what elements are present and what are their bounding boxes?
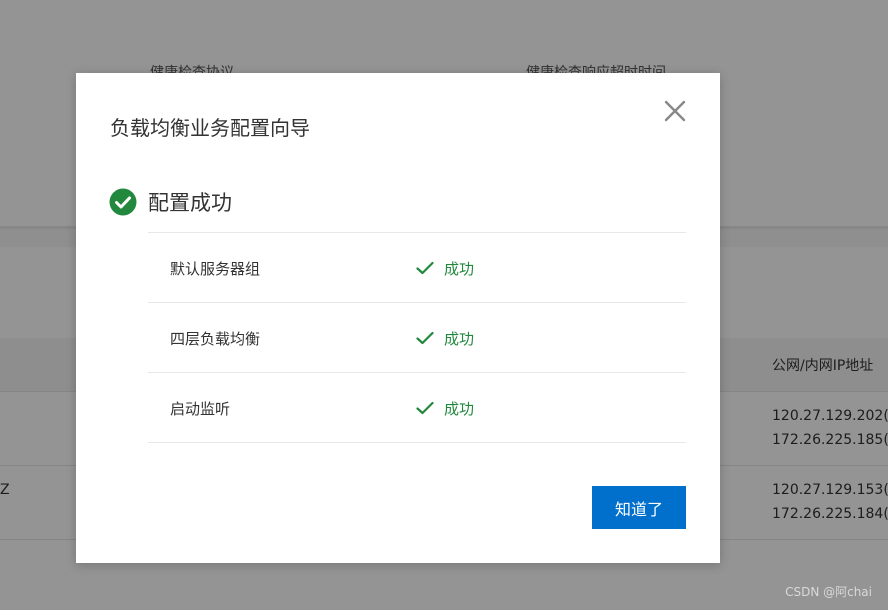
close-button[interactable] [661,97,689,125]
dialog-title: 负载均衡业务配置向导 [110,116,310,140]
step-row-default-server-group: 默认服务器组 成功 [148,233,686,303]
step-name: 四层负载均衡 [170,330,261,348]
got-it-button[interactable]: 知道了 [592,486,686,529]
config-wizard-dialog: 负载均衡业务配置向导 配置成功 默认服务器组 成功 四层负载均衡 成功 启动监听 [76,73,720,563]
check-icon [416,261,434,275]
success-heading: 配置成功 [148,191,232,215]
step-status: 成功 [444,330,475,348]
step-row-start-listener: 启动监听 成功 [148,373,686,443]
check-icon [416,401,434,415]
step-row-layer4-load-balancer: 四层负载均衡 成功 [148,303,686,373]
step-status: 成功 [444,400,475,418]
close-icon [664,100,686,122]
step-status: 成功 [444,260,475,278]
check-icon [416,331,434,345]
step-list: 默认服务器组 成功 四层负载均衡 成功 启动监听 成功 [148,232,686,443]
step-name: 默认服务器组 [170,260,261,278]
watermark: CSDN @阿chai [785,585,872,599]
step-name: 启动监听 [170,400,231,418]
check-circle-icon [109,188,137,216]
